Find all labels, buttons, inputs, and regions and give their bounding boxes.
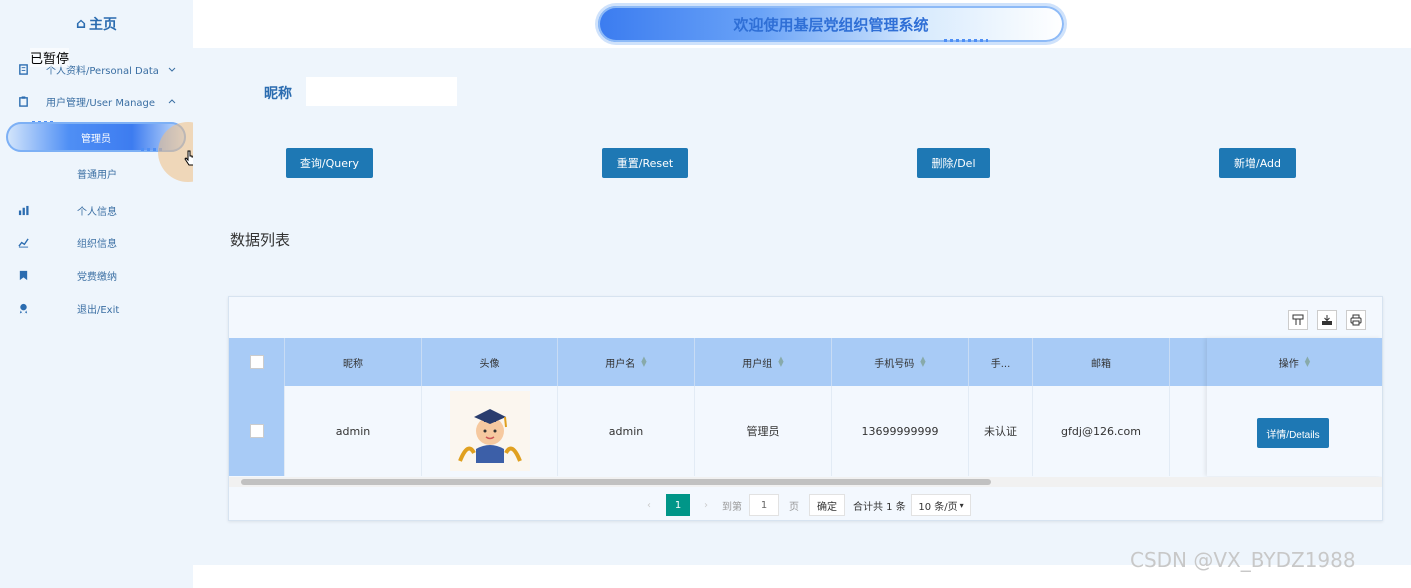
sidebar-item-label: 党费缴纳 (77, 271, 117, 283)
cell-email: gfdj@126.com (1033, 386, 1170, 476)
delete-button[interactable]: 删除/Del (917, 148, 990, 178)
column-header-avatar[interactable]: 头像 (422, 338, 558, 386)
main-content: 昵称 查询/Query 重置/Reset 删除/Del 新增/Add 数据列表 … (193, 48, 1411, 565)
user-badge-icon (19, 303, 28, 314)
reset-button[interactable]: 重置/Reset (602, 148, 688, 178)
home-label: 主页 (89, 17, 118, 33)
cell-avatar (422, 386, 558, 476)
select-all-checkbox[interactable] (249, 355, 264, 369)
column-header-email[interactable]: 邮箱 (1033, 338, 1170, 386)
chevron-up-icon (168, 99, 176, 104)
row-checkbox[interactable] (249, 424, 264, 438)
avatar (449, 391, 530, 471)
row-select-cell (229, 386, 285, 476)
column-filter-icon[interactable] (1288, 310, 1308, 330)
clipboard-icon (19, 95, 28, 107)
sidebar-item-user-manage[interactable]: 用户管理/User Manage (0, 89, 193, 113)
column-header-extra (1170, 338, 1210, 386)
page-unit-label: 页 (789, 501, 799, 513)
sort-icon[interactable]: ▲ ▼ (1305, 356, 1310, 368)
sort-icon[interactable]: ▲ ▼ (641, 356, 646, 368)
sidebar-item-normal-user[interactable]: 普通用户 (0, 161, 193, 185)
column-header-label: 用户组 (742, 358, 773, 370)
chevron-down-icon: ▾ (959, 500, 964, 510)
paused-overlay: 已暂停 (30, 48, 70, 67)
sidebar-item-exit[interactable]: 退出/Exit (0, 296, 193, 320)
add-button[interactable]: 新增/Add (1219, 148, 1296, 178)
pagination: ‹ 1 › 到第 1 页 确定 合计共 1 条 10 条/页 ▾ (229, 494, 1382, 516)
chevron-down-icon (168, 67, 176, 72)
sidebar-item-label: 组织信息 (77, 238, 117, 250)
sidebar-item-label: 个人信息 (77, 206, 117, 218)
sort-icon[interactable]: ▲ ▼ (920, 356, 925, 368)
next-page-icon[interactable]: › (704, 494, 708, 516)
sidebar-item-personal-info[interactable]: 个人信息 (0, 198, 193, 222)
column-header-group[interactable]: 用户组 ▲ ▼ (695, 338, 832, 386)
page-size-select[interactable]: 10 条/页 ▾ (911, 494, 971, 516)
sidebar-item-org-info[interactable]: 组织信息 (0, 230, 193, 254)
decor-dots (944, 39, 988, 42)
page-size-value: 10 条/页 (918, 501, 958, 513)
search-nickname-label: 昵称 (264, 86, 292, 102)
column-header-label: 手机号码 (874, 358, 915, 370)
horizontal-scrollbar[interactable] (229, 477, 1382, 487)
bar-chart-icon (18, 205, 29, 215)
column-header-label: 用户名 (605, 358, 636, 370)
details-button[interactable]: 详情/Details (1257, 418, 1329, 448)
cell-status: 未认证 (969, 386, 1033, 476)
cell-group: 管理员 (695, 386, 832, 476)
system-title-banner: 欢迎使用基层党组织管理系统 (598, 6, 1064, 42)
column-header-nickname[interactable]: 昵称 (285, 338, 422, 386)
system-title: 欢迎使用基层党组织管理系统 (733, 16, 929, 34)
sidebar: ⌂ 主页 已暂停 个人资料/Personal Data 用户管理/User Ma… (0, 0, 218, 588)
scrollbar-thumb[interactable] (241, 479, 991, 485)
goto-confirm-button[interactable]: 确定 (809, 494, 845, 516)
sidebar-item-personal-data[interactable]: 个人资料/Personal Data (0, 57, 193, 81)
sidebar-item-label: 用户管理/User Manage (46, 97, 156, 109)
bookmark-icon (19, 270, 28, 280)
column-header-phone[interactable]: 手机号码 ▲ ▼ (832, 338, 969, 386)
sidebar-item-label: 普通用户 (77, 169, 117, 181)
column-header-action[interactable]: 操作 ▲ ▼ (1207, 338, 1382, 386)
document-icon (19, 63, 28, 75)
column-header-label: 操作 (1278, 358, 1299, 370)
watermark: CSDN @VX_BYDZ1988 (1130, 548, 1356, 572)
action-column: 操作 ▲ ▼ 详情/Details (1207, 338, 1382, 476)
home-link[interactable]: ⌂ 主页 (76, 14, 117, 34)
area-chart-icon (18, 237, 29, 248)
column-header-status[interactable]: 手... (969, 338, 1033, 386)
data-table: 昵称 头像 用户名 ▲ ▼ 用户组 ▲ ▼ 手机号码 ▲ ▼ 手... 邮箱 admin (228, 296, 1383, 521)
select-all-cell (229, 338, 285, 386)
goto-page-input[interactable]: 1 (749, 494, 779, 516)
query-button[interactable]: 查询/Query (286, 148, 373, 178)
sidebar-item-party-fee[interactable]: 党费缴纳 (0, 263, 193, 287)
data-list-title: 数据列表 (230, 231, 291, 249)
search-nickname-input[interactable] (306, 77, 457, 106)
export-icon[interactable] (1317, 310, 1337, 330)
sidebar-item-label: 退出/Exit (77, 304, 120, 316)
print-icon[interactable] (1346, 310, 1366, 330)
page-number-current[interactable]: 1 (666, 494, 690, 516)
column-header-username[interactable]: 用户名 ▲ ▼ (558, 338, 695, 386)
total-count: 合计共 1 条 (853, 501, 906, 513)
cell-nickname: admin (285, 386, 422, 476)
home-icon: ⌂ (76, 16, 87, 32)
cell-username: admin (558, 386, 695, 476)
prev-page-icon[interactable]: ‹ (647, 494, 651, 516)
goto-label: 到第 (722, 501, 742, 513)
sort-icon[interactable]: ▲ ▼ (778, 356, 783, 368)
cell-phone: 13699999999 (832, 386, 969, 476)
